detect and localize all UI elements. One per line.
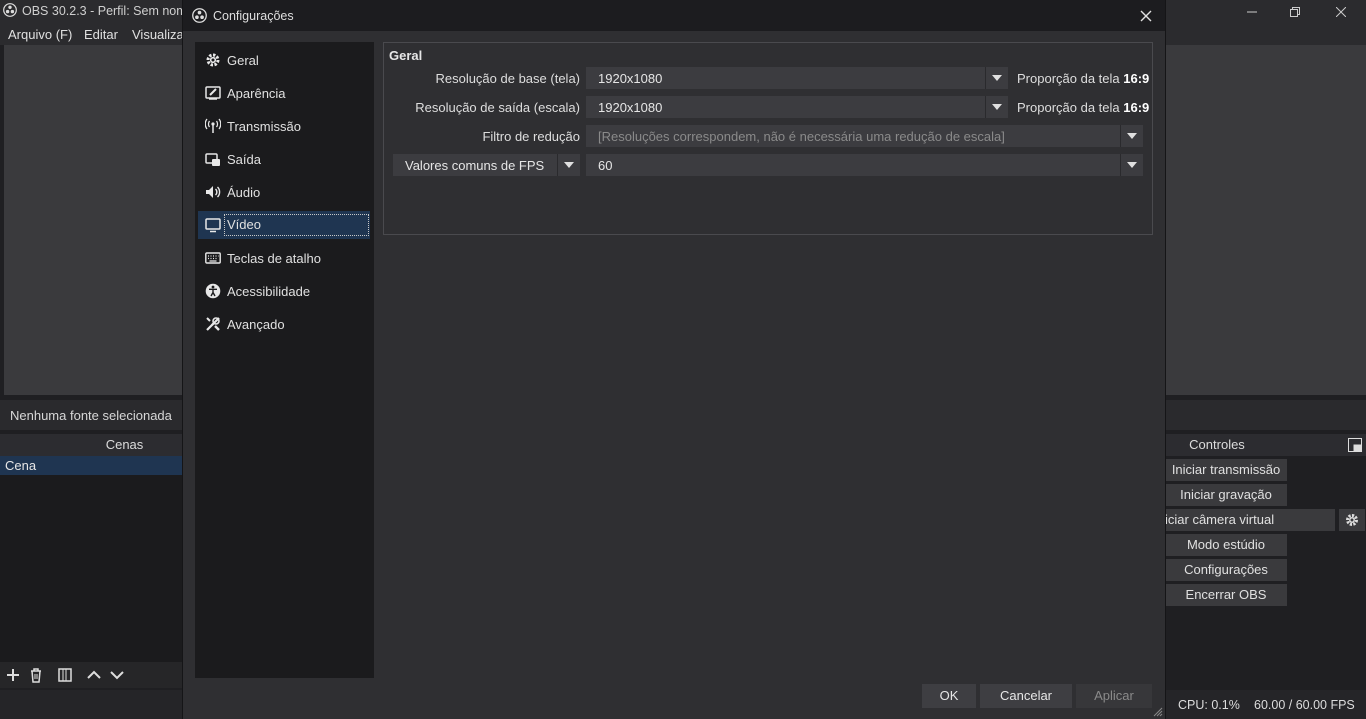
nav-label: Vídeo	[224, 214, 369, 236]
cpu-usage: CPU: 0.1%	[1178, 698, 1240, 712]
fps-value-combo[interactable]: 60	[586, 154, 1143, 176]
base-resolution-value: 1920x1080	[598, 71, 663, 86]
chevron-down-icon	[1120, 125, 1143, 147]
tools-icon	[206, 317, 220, 331]
aspect-ratio-value: 16:9	[1123, 71, 1150, 86]
output-resolution-label: Resolução de saída (escala)	[415, 100, 580, 115]
dialog-titlebar: Configurações	[183, 0, 1165, 31]
cancel-button[interactable]: Cancelar	[980, 684, 1072, 708]
virtual-camera-settings-button[interactable]	[1339, 509, 1365, 531]
apply-button[interactable]: Aplicar	[1076, 684, 1152, 708]
chevron-down-icon	[557, 154, 580, 176]
scenes-header-label: Cenas	[105, 437, 144, 452]
nav-label: Acessibilidade	[227, 284, 311, 299]
chevron-down-icon	[985, 67, 1008, 89]
trash-icon[interactable]	[27, 666, 45, 684]
menu-file[interactable]: Arquivo (F)	[8, 27, 72, 42]
close-icon	[1336, 6, 1346, 17]
nav-item-output[interactable]: Saída	[198, 145, 370, 173]
dialog-title: Configurações	[213, 9, 294, 23]
aspect-ratio-prefix: Proporção da tela	[1017, 71, 1120, 86]
nav-label: Transmissão	[227, 119, 301, 134]
nav-label: Áudio	[227, 185, 261, 200]
menu-edit[interactable]: Editar	[84, 27, 118, 42]
broadcast-icon	[205, 118, 221, 133]
filters-icon[interactable]	[56, 666, 74, 684]
obs-logo-icon	[3, 3, 17, 17]
nav-item-video[interactable]: Vídeo	[198, 211, 370, 239]
resize-grip-icon[interactable]	[1153, 707, 1163, 717]
base-resolution-combo[interactable]: 1920x1080	[586, 67, 1008, 89]
output-icon	[205, 153, 220, 166]
add-icon[interactable]	[4, 666, 22, 684]
exit-button[interactable]: Encerrar OBS	[1165, 584, 1287, 606]
group-title: Geral	[389, 48, 423, 63]
nav-item-accessibility[interactable]: Acessibilidade	[198, 277, 370, 305]
settings-nav: Geral Aparência Transmissão Saída Áudio …	[195, 42, 374, 678]
nav-item-stream[interactable]: Transmissão	[198, 112, 370, 140]
base-resolution-label: Resolução de base (tela)	[435, 71, 580, 86]
appearance-icon	[205, 86, 221, 100]
base-aspect-ratio: Proporção da tela 16:9	[1017, 71, 1149, 86]
monitor-icon	[205, 218, 221, 233]
aspect-ratio-prefix: Proporção da tela	[1017, 100, 1120, 115]
nav-item-audio[interactable]: Áudio	[198, 178, 370, 206]
minimize-icon	[1247, 11, 1257, 12]
minimize-button[interactable]	[1229, 0, 1275, 23]
output-resolution-combo[interactable]: 1920x1080	[586, 96, 1008, 118]
nav-item-advanced[interactable]: Avançado	[198, 310, 370, 338]
accessibility-icon	[205, 283, 221, 299]
no-source-label: Nenhuma fonte selecionada	[10, 408, 172, 423]
fps-type-value: Valores comuns de FPS	[405, 158, 545, 173]
start-streaming-button[interactable]: Iniciar transmissão	[1165, 459, 1287, 481]
output-aspect-ratio: Proporção da tela 16:9	[1017, 100, 1149, 115]
scene-item[interactable]: Cena	[0, 456, 183, 475]
start-recording-button[interactable]: Iniciar gravação	[1165, 484, 1287, 506]
nav-label: Saída	[227, 152, 261, 167]
nav-label: Geral	[227, 53, 259, 68]
start-virtual-camera-button[interactable]: iciar câmera virtual	[1165, 509, 1335, 531]
controls-panel: Iniciar transmissão Iniciar gravação ici…	[1165, 456, 1366, 688]
close-icon	[1140, 10, 1152, 22]
fps-value: 60	[598, 158, 613, 173]
gear-icon	[1346, 514, 1358, 526]
scenes-list: Cena	[0, 456, 183, 662]
settings-button[interactable]: Configurações	[1165, 559, 1287, 581]
main-close-button[interactable]	[1318, 0, 1364, 23]
main-window-title: OBS 30.2.3 - Perfil: Sem nome	[22, 4, 194, 18]
controls-header-label: Controles	[1189, 437, 1245, 452]
speaker-icon	[206, 186, 221, 198]
output-resolution-value: 1920x1080	[598, 100, 663, 115]
nav-label: Aparência	[227, 86, 286, 101]
downscale-filter-value: [Resoluções correspondem, não é necessár…	[598, 129, 1005, 144]
nav-label: Avançado	[227, 317, 285, 332]
gear-icon	[206, 53, 220, 67]
scenes-toolbar	[0, 662, 183, 688]
chevron-down-icon	[985, 96, 1008, 118]
nav-item-hotkeys[interactable]: Teclas de atalho	[198, 244, 370, 272]
restore-icon	[1290, 6, 1300, 17]
nav-item-appearance[interactable]: Aparência	[198, 79, 370, 107]
nav-item-general[interactable]: Geral	[198, 46, 370, 74]
menu-view[interactable]: Visualiza	[132, 27, 184, 42]
restore-button[interactable]	[1272, 0, 1318, 23]
undock-icon[interactable]	[1348, 438, 1362, 452]
fps-readout: 60.00 / 60.00 FPS	[1254, 698, 1355, 712]
obs-logo-icon	[192, 8, 207, 23]
move-down-icon[interactable]	[108, 666, 126, 684]
dialog-close-button[interactable]	[1135, 5, 1157, 27]
downscale-filter-label: Filtro de redução	[482, 129, 580, 144]
downscale-filter-combo[interactable]: [Resoluções correspondem, não é necessár…	[586, 125, 1143, 147]
move-up-icon[interactable]	[85, 666, 103, 684]
nav-label: Teclas de atalho	[227, 251, 321, 266]
video-settings-group: Geral Resolução de base (tela) 1920x1080…	[383, 42, 1153, 235]
aspect-ratio-value: 16:9	[1123, 100, 1150, 115]
keyboard-icon	[205, 252, 221, 264]
studio-mode-button[interactable]: Modo estúdio	[1165, 534, 1287, 556]
chevron-down-icon	[1120, 154, 1143, 176]
ok-button[interactable]: OK	[922, 684, 976, 708]
settings-dialog: Configurações Geral Aparência Transmissã…	[183, 0, 1165, 719]
fps-type-combo[interactable]: Valores comuns de FPS	[393, 154, 580, 176]
